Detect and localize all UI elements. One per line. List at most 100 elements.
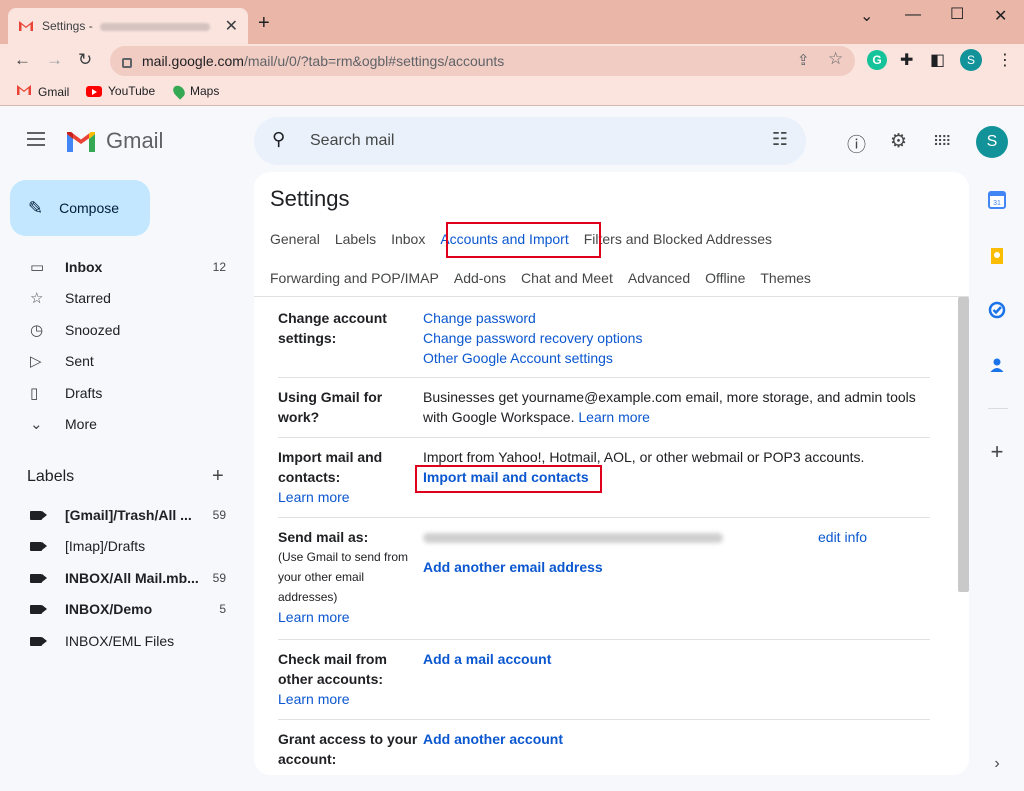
side-panel-icon[interactable]: ◧ <box>930 50 945 70</box>
nav-item-sent[interactable]: ▷ Sent <box>0 345 240 377</box>
highlight-box-accounts-tab <box>446 222 601 258</box>
row-label: Grant access to your account: <box>278 731 418 767</box>
main-menu-icon[interactable] <box>27 132 45 146</box>
add-another-email-link[interactable]: Add another email address <box>423 557 928 577</box>
tasks-icon[interactable] <box>987 300 1007 320</box>
bookmark-star-icon[interactable]: ☆ <box>828 49 843 69</box>
tab-general[interactable]: General <box>270 231 320 247</box>
label-item[interactable]: [Imap]/Drafts <box>0 530 240 562</box>
maximize-icon[interactable]: ☐ <box>950 4 964 24</box>
nav-item-snoozed[interactable]: ◷ Snoozed <box>0 314 240 346</box>
edit-info-link[interactable]: edit info <box>818 527 867 547</box>
learn-more-link[interactable]: Learn more <box>278 487 403 507</box>
gmail-logo-icon[interactable] <box>65 130 97 154</box>
bookmark-maps[interactable]: Maps <box>170 82 219 100</box>
label-item[interactable]: INBOX/All Mail.mb... 59 <box>0 562 240 594</box>
row-label: Send mail as: <box>278 529 369 545</box>
label-item[interactable]: [Gmail]/Trash/All ... 59 <box>0 499 240 531</box>
new-tab-icon[interactable]: + <box>258 12 270 35</box>
settings-row-check-mail: Check mail from other accounts: Learn mo… <box>278 640 930 720</box>
tab-inbox[interactable]: Inbox <box>391 231 425 247</box>
send-as-description: (Use Gmail to send from your other email… <box>278 550 409 604</box>
address-bar[interactable]: mail.google.com/mail/u/0/?tab=rm&ogbl#se… <box>110 46 855 76</box>
bookmark-youtube[interactable]: YouTube <box>86 84 155 98</box>
forward-icon[interactable]: → <box>46 50 63 70</box>
tab-labels[interactable]: Labels <box>335 231 376 247</box>
browser-profile-avatar[interactable]: S <box>960 49 982 71</box>
workspace-description: Businesses get yourname@example.com emai… <box>423 389 916 425</box>
youtube-icon <box>86 85 102 97</box>
label-tag-icon <box>0 601 65 618</box>
browser-tab-settings[interactable]: Settings - ✕ <box>8 8 248 44</box>
window-close-icon[interactable]: ✕ <box>994 6 1007 26</box>
learn-more-link[interactable]: Learn more <box>278 607 416 627</box>
search-icon[interactable]: ⚲ <box>272 129 285 150</box>
keep-icon[interactable] <box>987 246 1007 266</box>
support-icon[interactable]: ⓘ <box>847 130 866 157</box>
google-apps-icon[interactable]: ⠿⠿ <box>933 133 951 150</box>
tab-close-icon[interactable]: ✕ <box>225 16 238 36</box>
chevron-down-icon: ⌄ <box>30 416 43 433</box>
compose-button[interactable]: ✎ Compose <box>10 180 150 236</box>
settings-row-import: Import mail and contacts: Learn more Imp… <box>278 438 930 518</box>
gmail-wordmark: Gmail <box>106 128 164 153</box>
search-options-icon[interactable]: ☷ <box>772 129 788 150</box>
learn-more-link[interactable]: Learn more <box>578 409 650 425</box>
expand-side-panel-chevron-icon[interactable]: › <box>987 754 1007 774</box>
tab-search-chevron-icon[interactable]: ⌄ <box>860 6 873 26</box>
clock-icon: ◷ <box>30 322 44 339</box>
label-tag-icon <box>0 570 65 587</box>
nav-item-inbox[interactable]: ▭ Inbox 12 <box>0 251 240 283</box>
account-avatar[interactable]: S <box>976 126 1008 158</box>
label-item[interactable]: INBOX/EML Files <box>0 625 240 657</box>
browser-menu-icon[interactable]: ⋮ <box>997 50 1013 70</box>
svg-text:31: 31 <box>993 200 1001 207</box>
page-title: Settings <box>270 186 350 211</box>
change-recovery-options-link[interactable]: Change password recovery options <box>423 328 642 348</box>
label-tag-icon <box>0 538 65 555</box>
tab-filters-and-blocked-addresses[interactable]: Filters and Blocked Addresses <box>584 231 772 247</box>
settings-row-change-account: Change account settings: Change password… <box>278 308 930 378</box>
tab-forwarding-pop-imap[interactable]: Forwarding and POP/IMAP <box>270 270 439 286</box>
lock-icon <box>122 58 132 68</box>
row-label: Import mail and contacts: <box>278 449 383 485</box>
settings-scrollbar[interactable] <box>958 297 969 592</box>
share-icon[interactable]: ⇪ <box>797 51 810 69</box>
calendar-icon[interactable]: 31 <box>987 190 1007 210</box>
add-mail-account-link[interactable]: Add a mail account <box>423 649 551 669</box>
reload-icon[interactable]: ↻ <box>78 50 92 70</box>
nav-item-drafts[interactable]: ▯ Drafts <box>0 377 240 409</box>
search-input[interactable] <box>310 127 730 155</box>
nav-item-starred[interactable]: ☆ Starred <box>0 282 240 314</box>
create-label-icon[interactable]: + <box>212 465 224 488</box>
tab-themes[interactable]: Themes <box>760 270 811 286</box>
highlight-box-import-link <box>415 465 602 493</box>
change-password-link[interactable]: Change password <box>423 308 642 328</box>
labels-header: Labels <box>27 468 75 485</box>
contacts-icon[interactable] <box>987 355 1007 375</box>
star-icon: ☆ <box>30 290 44 307</box>
settings-row-grant-access: Grant access to your account: Add anothe… <box>278 720 930 774</box>
nav-item-more[interactable]: ⌄ More <box>0 408 240 440</box>
minimize-icon[interactable]: — <box>905 6 921 24</box>
tab-advanced[interactable]: Advanced <box>628 270 690 286</box>
bookmarks-bar: Gmail YouTube Maps <box>0 78 1024 106</box>
bookmark-gmail[interactable]: Gmail <box>16 84 69 99</box>
get-addons-plus-icon[interactable]: + <box>987 441 1007 463</box>
gmail-bookmark-icon <box>16 84 32 99</box>
add-another-account-link[interactable]: Add another account <box>423 729 563 749</box>
tab-title: Settings - <box>42 19 219 33</box>
settings-gear-icon[interactable]: ⚙ <box>890 130 907 153</box>
learn-more-link[interactable]: Learn more <box>278 689 408 709</box>
back-icon[interactable]: ← <box>14 50 31 70</box>
send-icon: ▷ <box>30 353 42 370</box>
label-item[interactable]: INBOX/Demo 5 <box>0 593 240 625</box>
search-bar: ⚲ ☷ <box>254 117 806 165</box>
other-google-account-settings-link[interactable]: Other Google Account settings <box>423 348 642 368</box>
tab-add-ons[interactable]: Add-ons <box>454 270 506 286</box>
extensions-puzzle-icon[interactable]: ✚ <box>900 50 913 70</box>
tab-offline[interactable]: Offline <box>705 270 745 286</box>
tab-chat-and-meet[interactable]: Chat and Meet <box>521 270 613 286</box>
grammarly-extension-icon[interactable]: G <box>867 50 887 70</box>
settings-row-send-as: Send mail as: (Use Gmail to send from yo… <box>278 518 930 640</box>
